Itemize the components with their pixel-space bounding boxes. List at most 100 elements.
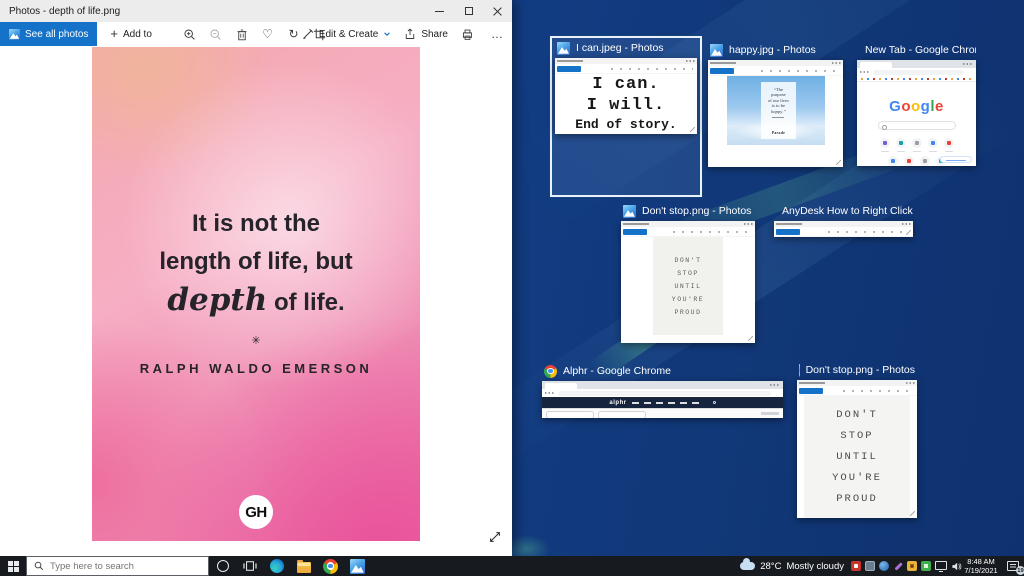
quote-line: YOU'RE — [671, 295, 705, 303]
tray-icon-slate[interactable] — [865, 561, 875, 571]
rotate-icon[interactable]: ↻ — [287, 28, 300, 41]
ornament-icon: ✳ — [251, 335, 261, 347]
tray-icon-pen[interactable] — [893, 561, 903, 571]
photos-icon — [350, 558, 365, 574]
chrome-button[interactable] — [317, 556, 344, 576]
snap-thumbnail-dont-stop-2[interactable]: Don't stop.png - Photos DON'T STOP UNTIL… — [792, 358, 922, 518]
thumbnail-title: Don't stop.png - Photos — [642, 205, 752, 217]
shortcut-row — [879, 138, 954, 152]
display-icon[interactable] — [935, 561, 947, 572]
search-icon — [34, 561, 44, 571]
alphr-page: alphr Android No Sim Card Detected [Try … — [542, 397, 783, 418]
thumbnail-title: AnyDesk How to Right Click.png - Pho... — [782, 205, 913, 217]
quote-card: DON'T STOP UNTIL YOU'RE PROUD — [653, 237, 723, 335]
file-explorer-button[interactable] — [290, 556, 317, 576]
window-preview[interactable]: I can. I will. End of story. — [555, 58, 697, 134]
plus-icon: + — [110, 26, 118, 41]
shortcut-tile — [911, 138, 922, 152]
photos-app-icon — [623, 204, 636, 218]
quote-line: DON'T — [674, 256, 702, 264]
quote-line: PROUD — [836, 492, 878, 505]
quote-card: “The purpose of our lives is to be happy… — [760, 81, 797, 140]
snap-thumbnail-i-can[interactable]: I can.jpeg - Photos I can. I will. End o… — [550, 36, 702, 197]
minimize-button[interactable] — [425, 0, 454, 22]
weather-widget[interactable]: 28°C Mostly cloudy — [740, 558, 844, 572]
taskbar: 28°C Mostly cloudy ^ 8:48 AM 7/19/2021 — [0, 556, 1024, 576]
mini-toolbar — [555, 64, 697, 74]
shortcut-tile — [887, 156, 898, 166]
thumbnail-title-row: New Tab - Google Chrome — [857, 43, 976, 60]
taskbar-clock[interactable]: 8:48 AM 7/19/2021 — [960, 557, 1002, 575]
photos-button[interactable] — [344, 556, 371, 576]
snap-thumbnail-anydesk[interactable]: AnyDesk How to Right Click.png - Pho... — [769, 199, 918, 351]
snap-thumbnail-alphr[interactable]: Alphr - Google Chrome alphr Android No S… — [537, 359, 788, 517]
window-preview[interactable]: DON'T STOP UNTIL YOU'RE PROUD — [797, 380, 917, 518]
edit-create-button[interactable]: Edit & Create — [302, 28, 391, 40]
new-tab-content: Google — [857, 82, 976, 166]
toolbar-right-group: Edit & Create Share … — [302, 22, 508, 46]
tray-icon-green[interactable] — [921, 561, 931, 571]
task-view-icon — [242, 561, 257, 571]
photos-app-icon — [557, 41, 570, 55]
tray-icon-red[interactable] — [851, 561, 861, 571]
more-options-button[interactable]: … — [487, 27, 508, 41]
screen: I can.jpeg - Photos I can. I will. End o… — [0, 0, 1024, 576]
chrome-icon — [323, 558, 338, 574]
mini-tab-strip — [857, 60, 976, 68]
zoom-in-icon[interactable] — [183, 28, 196, 41]
see-all-photos-button[interactable]: See all photos — [0, 22, 98, 46]
quote-line: depth of life. — [167, 282, 345, 318]
maximize-button[interactable] — [454, 0, 483, 22]
delete-icon[interactable] — [235, 28, 248, 41]
titlebar[interactable]: Photos - depth of life.png — [0, 0, 512, 22]
quote-line: I can. — [592, 75, 660, 94]
snap-thumbnail-new-tab[interactable]: New Tab - Google Chrome Google — [852, 38, 981, 197]
thumbnail-title: I can.jpeg - Photos — [576, 42, 664, 54]
google-logo: Google — [889, 98, 944, 115]
sky-photo: “The purpose of our lives is to be happy… — [726, 76, 825, 145]
add-to-button[interactable]: + Add to — [110, 26, 152, 41]
edge-button[interactable] — [263, 556, 290, 576]
quote-line: length of life, but — [159, 248, 353, 275]
mini-address-bar — [857, 68, 976, 76]
task-view-button[interactable] — [236, 556, 263, 576]
print-icon[interactable] — [461, 28, 474, 41]
quote-text: It is not the length of life, but depth … — [92, 47, 420, 322]
mini-tab-strip — [542, 381, 783, 389]
shortcut-tile — [919, 156, 930, 166]
window-preview[interactable]: alphr Android No Sim Card Detected [Try … — [542, 381, 783, 418]
close-button[interactable] — [483, 0, 512, 22]
cortana-button[interactable] — [209, 556, 236, 576]
start-button[interactable] — [0, 556, 26, 576]
share-button[interactable]: Share — [404, 28, 448, 40]
zoom-out-icon[interactable] — [209, 28, 222, 41]
taskbar-search[interactable] — [26, 556, 209, 576]
tray-icon-blue[interactable] — [879, 561, 889, 571]
action-center-button[interactable]: 19 — [1004, 556, 1024, 576]
tray-icon-yellow[interactable] — [907, 561, 917, 571]
chevron-down-icon — [384, 32, 391, 36]
windows-logo-icon — [7, 560, 19, 572]
window-preview[interactable]: Google — [857, 60, 976, 166]
depth-of-life-photo[interactable]: It is not the length of life, but depth … — [92, 47, 420, 541]
cloud-icon — [740, 558, 756, 570]
resize-handle-icon — [910, 511, 915, 516]
resize-handle-icon — [906, 230, 911, 235]
window-title: Photos - depth of life.png — [9, 5, 121, 17]
thumbnail-title: Alphr - Google Chrome — [563, 365, 671, 377]
cortana-icon — [216, 560, 229, 572]
photos-app-icon — [710, 43, 723, 57]
search-input[interactable] — [50, 560, 180, 572]
clock-date: 7/19/2021 — [964, 566, 998, 575]
fullscreen-expand-icon[interactable] — [488, 530, 502, 544]
thumbnail-title-row: Don't stop.png - Photos — [797, 363, 917, 380]
window-preview[interactable] — [774, 221, 913, 237]
quote-line: I will. — [586, 96, 666, 115]
snap-thumbnail-dont-stop[interactable]: Don't stop.png - Photos DON'T STOP UNTIL… — [616, 199, 760, 351]
mini-photo-content: I can. I will. End of story. — [555, 74, 697, 134]
window-preview[interactable]: DON'T STOP UNTIL YOU'RE PROUD — [621, 221, 755, 343]
snap-thumbnail-happy[interactable]: happy.jpg - Photos “The purpose of our l… — [703, 38, 848, 197]
favorite-icon[interactable]: ♡ — [261, 28, 274, 41]
window-preview[interactable]: “The purpose of our lives is to be happy… — [708, 60, 843, 167]
thumbnail-title-row: happy.jpg - Photos — [708, 43, 843, 60]
